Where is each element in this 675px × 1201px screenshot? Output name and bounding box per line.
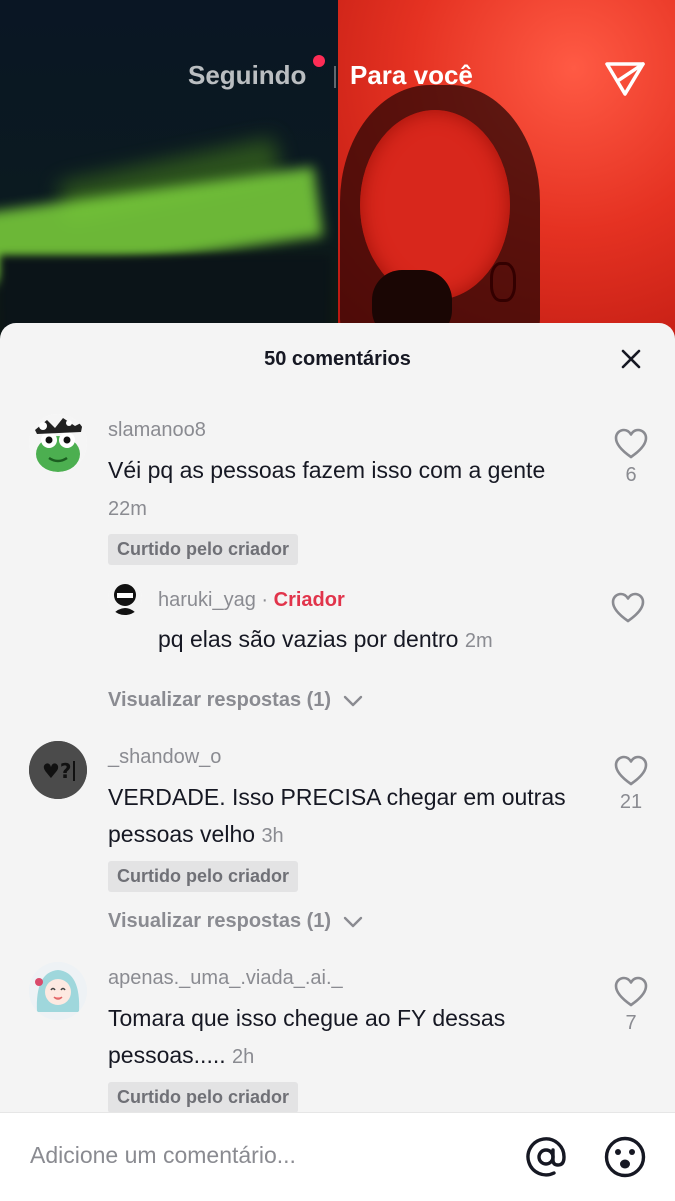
heart-icon[interactable]: [611, 592, 645, 624]
liked-by-creator-badge: Curtido pelo criador: [108, 1082, 299, 1113]
comments-count-title: 50 comentários: [264, 348, 411, 370]
close-icon[interactable]: [619, 347, 643, 371]
reply-header: haruki_yag · Criador: [158, 589, 345, 612]
comment-time: 3h: [261, 825, 284, 847]
view-replies-button[interactable]: Visualizar respostas (1): [108, 910, 363, 933]
video-earring: [490, 262, 516, 302]
heart-icon[interactable]: [614, 755, 648, 787]
like-count: 6: [625, 464, 637, 486]
video-background[interactable]: [0, 0, 675, 340]
comment-time: 2h: [232, 1046, 255, 1068]
comment-body: Véi pq as pessoas fazem isso com a gente: [108, 457, 546, 483]
view-replies-label: Visualizar respostas (1): [108, 910, 332, 932]
video-left-panel: [0, 0, 338, 340]
comment-text: Tomara que isso chegue ao FY dessas pess…: [108, 1000, 588, 1076]
heart-icon[interactable]: [614, 976, 648, 1008]
like-count: 7: [625, 1012, 637, 1034]
comment-username[interactable]: apenas._uma_.viada_.ai._: [108, 967, 343, 990]
heart-icon[interactable]: [614, 428, 648, 460]
view-replies-button[interactable]: Visualizar respostas (1): [108, 689, 363, 712]
reply-body: pq elas são vazias por dentro: [158, 626, 459, 652]
top-nav: Seguindo Para você: [0, 55, 675, 98]
tab-following[interactable]: Seguindo: [188, 60, 306, 91]
send-icon[interactable]: [603, 58, 647, 98]
view-replies-label: Visualizar respostas (1): [108, 689, 332, 711]
avatar[interactable]: [29, 414, 87, 472]
following-notification-dot: [313, 55, 325, 67]
liked-by-creator-badge: Curtido pelo criador: [108, 861, 299, 892]
avatar[interactable]: [29, 962, 87, 1020]
comment-body: Tomara que isso chegue ao FY dessas pess…: [108, 1005, 506, 1068]
comment-input[interactable]: Adicione um comentário...: [30, 1142, 296, 1169]
comment-time: 22m: [108, 498, 147, 520]
comment-input-bar: Adicione um comentário...: [0, 1112, 675, 1201]
liked-by-creator-badge: Curtido pelo criador: [108, 534, 299, 565]
comment-text: Véi pq as pessoas fazem isso com a gente…: [108, 452, 588, 528]
reply-username[interactable]: haruki_yag: [158, 589, 256, 611]
comment-body: VERDADE. Isso PRECISA chegar em outras p…: [108, 784, 566, 847]
reply-separator: ·: [261, 589, 269, 611]
tab-for-you[interactable]: Para você: [350, 60, 473, 91]
reply-time: 2m: [464, 630, 493, 652]
nav-separator: [334, 66, 336, 88]
creator-label: Criador: [273, 589, 345, 611]
svg-text:♥?: ♥?: [42, 759, 72, 783]
comment-username[interactable]: slamanoo8: [108, 419, 206, 442]
avatar[interactable]: [108, 581, 142, 615]
avatar[interactable]: ♥?: [29, 741, 87, 799]
comment-text: VERDADE. Isso PRECISA chegar em outras p…: [108, 779, 588, 855]
reply-text: pq elas são vazias por dentro 2m: [158, 621, 578, 660]
like-count: 21: [619, 791, 643, 813]
video-person-face: [360, 110, 510, 300]
chevron-down-icon: [343, 916, 362, 927]
emoji-icon[interactable]: [603, 1135, 647, 1179]
comments-sheet: 50 comentários slamanoo8 Véi pq as pesso…: [0, 323, 675, 1200]
comment-username[interactable]: _shandow_o: [108, 746, 221, 769]
at-icon[interactable]: [524, 1135, 568, 1179]
chevron-down-icon: [343, 695, 362, 706]
